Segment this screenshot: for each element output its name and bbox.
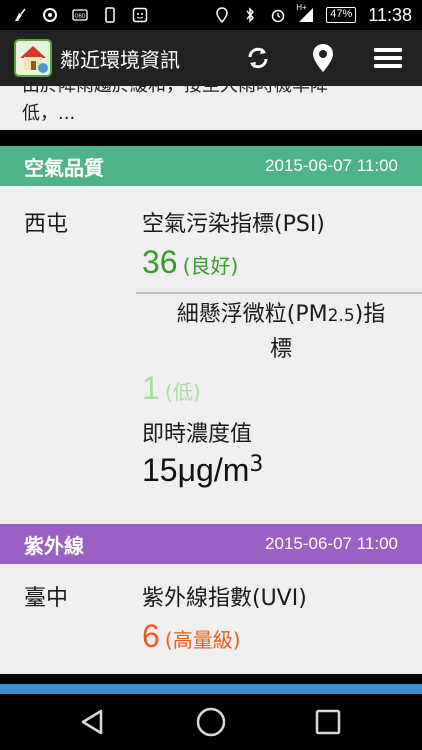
location-button[interactable]: [305, 40, 341, 76]
recents-button[interactable]: [308, 704, 348, 740]
content-scroll[interactable]: 由於降雨趨於緩和，接至大雨時機率降 低，... 空氣品質 2015-06-07 …: [0, 86, 422, 694]
clock: 11:38: [368, 4, 412, 25]
uv-datetime: 2015-06-07 11:00: [265, 534, 398, 553]
psi-level: (良好): [182, 254, 239, 278]
uv-title: 紫外線: [24, 533, 84, 558]
status-bar: OBD H+ 47% 11:38: [0, 0, 422, 30]
app-title: 鄰近環境資訊: [60, 48, 180, 72]
home-button[interactable]: [191, 704, 231, 740]
uv-card: 紫外線 2015-06-07 11:00 臺中 紫外線指數(UVI) 6 (高量…: [0, 524, 422, 674]
house-icon: [20, 46, 48, 73]
bluetooth-icon: [246, 7, 255, 23]
psi-reading: 36 (良好): [142, 244, 238, 281]
cleaner-icon: [15, 8, 26, 21]
uvi-label: 紫外線指數(UVI): [142, 586, 307, 611]
uvi-value: 6: [142, 618, 160, 654]
obd-icon: OBD: [72, 9, 88, 21]
refresh-button[interactable]: [240, 40, 276, 76]
alarm-icon: [272, 9, 285, 23]
realtime-value: 15μg/m: [142, 452, 250, 488]
uv-location: 臺中: [24, 586, 69, 611]
back-button[interactable]: [72, 704, 112, 740]
menu-button[interactable]: [370, 40, 406, 76]
air-quality-datetime: 2015-06-07 11:00: [265, 156, 398, 175]
pm25-label: 細懸浮微粒(PM2.5)指 標: [176, 302, 386, 362]
uvi-reading: 6 (高量級): [142, 618, 241, 655]
status-system-icons: H+ 47% 11:38: [214, 3, 412, 26]
navigation-bar: [0, 694, 422, 750]
phone-icon: [105, 7, 115, 23]
air-quality-title: 空氣品質: [24, 155, 104, 180]
air-quality-header: 空氣品質 2015-06-07 11:00: [0, 146, 422, 186]
recents-icon: [315, 709, 341, 735]
uvi-level: (高量級): [164, 628, 241, 652]
pm25-reading: 1 (低): [142, 370, 201, 407]
air-quality-card: 空氣品質 2015-06-07 11:00 西屯 空氣污染指標(PSI) 36 …: [0, 146, 422, 534]
divider: [136, 292, 422, 294]
realtime-unit-exponent: 3: [249, 451, 264, 477]
home-icon: [196, 707, 226, 737]
next-card-header: [0, 684, 422, 694]
air-quality-location: 西屯: [24, 212, 69, 237]
signal-icon: H+: [296, 3, 314, 23]
battery-indicator: 47%: [326, 7, 357, 23]
realtime-label: 即時濃度值: [142, 422, 253, 447]
menu-icon: [374, 48, 402, 68]
realtime-reading: 15μg/m3: [142, 452, 263, 489]
location-pin-icon: [313, 44, 333, 72]
app-bar: 鄰近環境資訊: [0, 30, 422, 86]
refresh-icon: [248, 47, 268, 69]
back-icon: [81, 709, 103, 735]
psi-value: 36: [142, 244, 178, 280]
network-type: H+: [296, 3, 307, 12]
sync-app-icon: [43, 8, 57, 22]
svg-text:OBD: OBD: [75, 14, 86, 20]
status-notification-icons: OBD: [12, 4, 148, 26]
uv-header: 紫外線 2015-06-07 11:00: [0, 524, 422, 564]
forecast-card: 由於降雨趨於緩和，接至大雨時機率降 低，...: [0, 86, 422, 130]
android-icon: [132, 7, 148, 23]
pm25-level: (低): [164, 380, 201, 404]
app-logo: [14, 39, 52, 77]
psi-label: 空氣污染指標(PSI): [142, 212, 325, 237]
pm25-value: 1: [142, 370, 160, 406]
forecast-snippet: 由於降雨趨於緩和，接至大雨時機率降 低，...: [22, 86, 328, 124]
location-status-icon: [216, 7, 229, 23]
